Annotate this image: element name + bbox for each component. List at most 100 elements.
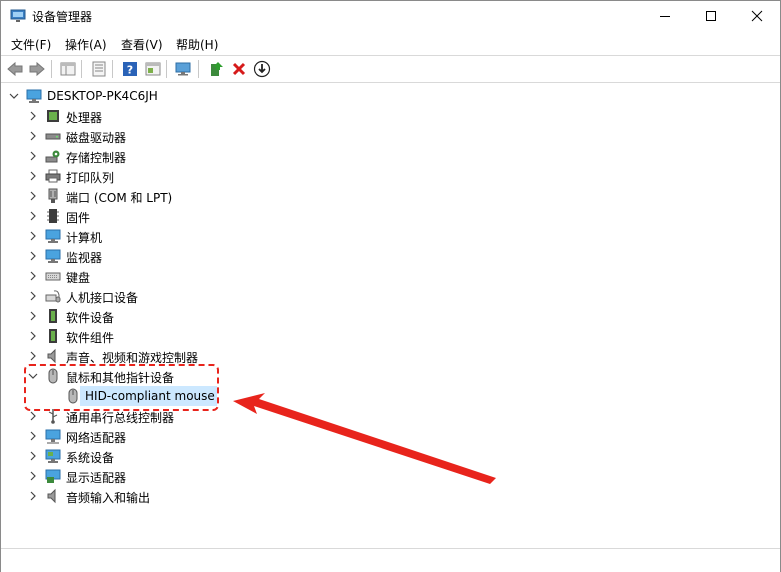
tree-item-label: 固件 bbox=[66, 211, 91, 225]
tree-item-disk-drives[interactable]: 磁盘驱动器 bbox=[1, 126, 780, 146]
tree-item-label: 显示适配器 bbox=[66, 471, 127, 485]
toolbar-separator bbox=[112, 60, 113, 78]
disk-drive-icon bbox=[45, 133, 61, 140]
tree-item-storage-controllers[interactable]: 存储控制器 bbox=[1, 146, 780, 166]
close-button[interactable] bbox=[734, 1, 780, 31]
chevron-right-icon[interactable] bbox=[27, 230, 39, 242]
chevron-right-icon[interactable] bbox=[27, 250, 39, 262]
tree-item-label: 音频输入和输出 bbox=[66, 491, 151, 505]
device-manager-icon bbox=[10, 9, 26, 22]
menu-file[interactable]: 文件(F) bbox=[11, 36, 51, 53]
hid-icon bbox=[45, 290, 61, 303]
display-adapter-icon bbox=[45, 469, 61, 483]
tree-item-sound-video-game[interactable]: 声音、视频和游戏控制器 bbox=[1, 346, 780, 366]
chevron-right-icon[interactable] bbox=[27, 190, 39, 202]
tree-item-label: 计算机 bbox=[66, 231, 103, 245]
chevron-down-icon[interactable] bbox=[8, 90, 20, 102]
tree-item-monitors[interactable]: 监视器 bbox=[1, 246, 780, 266]
chevron-right-icon[interactable] bbox=[27, 270, 39, 282]
close-icon bbox=[751, 10, 763, 22]
svg-text:?: ? bbox=[127, 64, 133, 77]
software-component-icon bbox=[49, 329, 57, 343]
tree-root-label: DESKTOP-PK4C6JH bbox=[47, 89, 158, 103]
tree-item-label: 键盘 bbox=[66, 271, 91, 285]
device-tree: DESKTOP-PK4C6JH 处理器 磁盘驱动器 存储控制器 打印队列 端口 bbox=[1, 84, 780, 546]
computer-icon bbox=[45, 229, 61, 243]
keyboard-icon bbox=[45, 272, 61, 281]
console-tree-icon bbox=[60, 62, 76, 76]
properties-button[interactable] bbox=[90, 60, 108, 78]
tree-item-label: 磁盘驱动器 bbox=[66, 131, 127, 145]
menu-view[interactable]: 查看(V) bbox=[121, 36, 163, 53]
view-pane-icon bbox=[145, 62, 161, 76]
tree-item-audio-io[interactable]: 音频输入和输出 bbox=[1, 486, 780, 506]
update-driver-button[interactable] bbox=[207, 60, 225, 78]
monitor-icon bbox=[45, 249, 61, 263]
properties-icon bbox=[92, 61, 106, 77]
update-driver-icon bbox=[211, 62, 223, 76]
chevron-right-icon[interactable] bbox=[27, 330, 39, 342]
chevron-right-icon[interactable] bbox=[27, 210, 39, 222]
tree-item-network-adapters[interactable]: 网络适配器 bbox=[1, 426, 780, 446]
tree-item-label: 处理器 bbox=[66, 111, 103, 125]
tree-item-firmware[interactable]: 固件 bbox=[1, 206, 780, 226]
tree-item-keyboards[interactable]: 键盘 bbox=[1, 266, 780, 286]
view-button[interactable] bbox=[144, 60, 162, 78]
window-title: 设备管理器 bbox=[32, 10, 93, 24]
tree-item-ports[interactable]: 端口 (COM 和 LPT) bbox=[1, 186, 780, 206]
toolbar-separator bbox=[51, 60, 52, 78]
chevron-right-icon[interactable] bbox=[27, 430, 39, 442]
menu-action[interactable]: 操作(A) bbox=[65, 36, 107, 53]
chevron-right-icon[interactable] bbox=[27, 350, 39, 362]
chevron-right-icon[interactable] bbox=[27, 170, 39, 182]
tree-item-system-devices[interactable]: 系统设备 bbox=[1, 446, 780, 466]
tree-item-print-queues[interactable]: 打印队列 bbox=[1, 166, 780, 186]
toolbar-separator bbox=[81, 60, 82, 78]
back-arrow-icon bbox=[7, 61, 23, 77]
chevron-right-icon[interactable] bbox=[27, 150, 39, 162]
port-icon bbox=[48, 188, 58, 203]
scan-hardware-button[interactable] bbox=[175, 60, 193, 78]
tree-item-label: 系统设备 bbox=[66, 451, 115, 465]
computer-icon bbox=[26, 89, 42, 103]
enable-device-button[interactable] bbox=[253, 60, 271, 78]
tree-item-label: 软件设备 bbox=[66, 311, 115, 325]
chevron-right-icon[interactable] bbox=[27, 470, 39, 482]
tree-root[interactable]: DESKTOP-PK4C6JH bbox=[1, 86, 780, 106]
maximize-button[interactable] bbox=[688, 1, 734, 31]
sound-icon bbox=[47, 348, 56, 364]
chevron-right-icon[interactable] bbox=[27, 310, 39, 322]
tree-item-display-adapters[interactable]: 显示适配器 bbox=[1, 466, 780, 486]
title-bar: 设备管理器 bbox=[1, 1, 780, 31]
highlight-callout-box bbox=[24, 364, 219, 411]
system-device-icon bbox=[45, 449, 61, 463]
tree-item-software-devices[interactable]: 软件设备 bbox=[1, 306, 780, 326]
printer-icon bbox=[45, 169, 61, 183]
maximize-icon bbox=[706, 11, 716, 21]
chevron-right-icon[interactable] bbox=[27, 130, 39, 142]
firmware-icon bbox=[47, 209, 59, 223]
chevron-right-icon[interactable] bbox=[27, 490, 39, 502]
tree-item-label: 通用串行总线控制器 bbox=[66, 411, 175, 425]
toolbar: ? bbox=[1, 55, 780, 83]
show-hide-console-tree-button[interactable] bbox=[59, 60, 77, 78]
chevron-right-icon[interactable] bbox=[27, 410, 39, 422]
chevron-right-icon[interactable] bbox=[27, 110, 39, 122]
help-icon: ? bbox=[123, 62, 137, 77]
tree-item-software-components[interactable]: 软件组件 bbox=[1, 326, 780, 346]
menu-help[interactable]: 帮助(H) bbox=[176, 36, 218, 53]
chevron-right-icon[interactable] bbox=[27, 290, 39, 302]
help-button[interactable]: ? bbox=[121, 60, 139, 78]
minimize-button[interactable] bbox=[642, 1, 688, 31]
tree-item-processor[interactable]: 处理器 bbox=[1, 106, 780, 126]
minimize-icon bbox=[660, 16, 670, 17]
tree-item-hid[interactable]: 人机接口设备 bbox=[1, 286, 780, 306]
tree-item-computer[interactable]: 计算机 bbox=[1, 226, 780, 246]
uninstall-device-button[interactable] bbox=[230, 60, 248, 78]
chevron-right-icon[interactable] bbox=[27, 450, 39, 462]
forward-button[interactable] bbox=[28, 60, 46, 78]
tree-item-label: 软件组件 bbox=[66, 331, 115, 345]
forward-arrow-icon bbox=[29, 61, 45, 77]
toolbar-separator bbox=[198, 60, 199, 78]
back-button[interactable] bbox=[6, 60, 24, 78]
